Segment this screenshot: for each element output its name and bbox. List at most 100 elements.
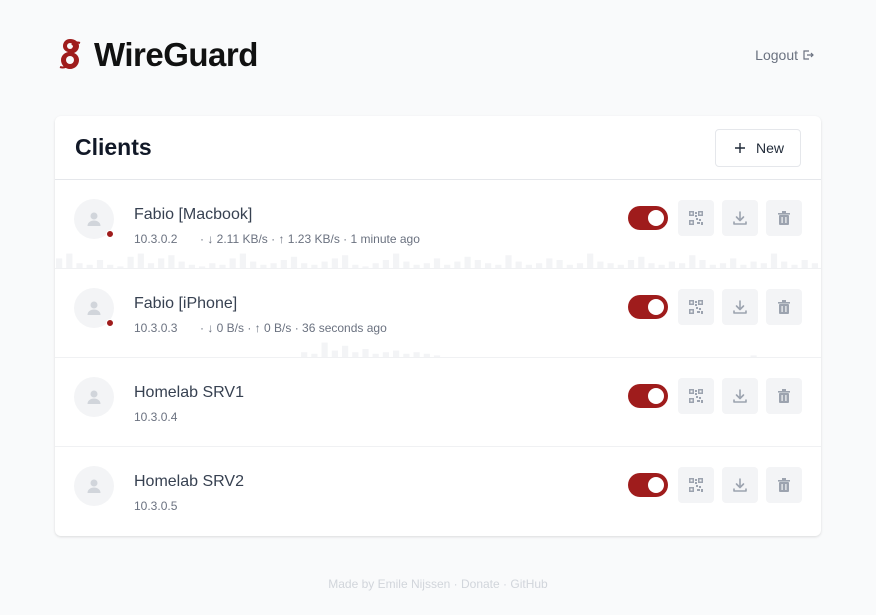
- qr-code-icon: [689, 389, 703, 403]
- client-avatar: [74, 377, 114, 417]
- activity-bar: [270, 263, 277, 268]
- client-meta: 10.3.0.4: [134, 410, 200, 424]
- download-config-button[interactable]: [722, 467, 758, 503]
- activity-bar: [546, 258, 553, 268]
- activity-bar: [382, 260, 389, 268]
- activity-bar: [178, 261, 185, 268]
- online-status-dot: [106, 230, 114, 238]
- activity-bar: [147, 263, 155, 268]
- activity-bar: [76, 263, 83, 268]
- activity-bar: [137, 253, 144, 268]
- delete-client-button[interactable]: [766, 289, 802, 325]
- footer: Made by Emile Nijssen · Donate · GitHub: [0, 577, 876, 591]
- activity-chart: [55, 520, 821, 536]
- logout-link[interactable]: Logout: [755, 47, 814, 63]
- client-ip: 10.3.0.5: [134, 499, 178, 513]
- user-silhouette-icon: [87, 479, 101, 493]
- user-silhouette-icon: [87, 390, 101, 404]
- client-actions: [628, 289, 802, 325]
- donate-link[interactable]: Donate: [461, 577, 500, 591]
- client-name[interactable]: Fabio [iPhone]: [134, 295, 237, 313]
- download-config-button[interactable]: [722, 378, 758, 414]
- activity-bar: [495, 264, 502, 268]
- activity-bar: [423, 353, 430, 357]
- download-config-button[interactable]: [722, 289, 758, 325]
- activity-bar: [403, 261, 410, 268]
- logout-arrow-icon: [803, 50, 814, 60]
- activity-bar: [331, 258, 338, 268]
- activity-bar: [607, 263, 614, 268]
- activity-bar: [219, 264, 226, 268]
- client-enable-toggle[interactable]: [628, 384, 668, 408]
- activity-chart: [301, 342, 757, 357]
- activity-bar: [403, 353, 410, 357]
- client-actions: [628, 467, 802, 503]
- footer-separator: ·: [450, 577, 461, 591]
- show-qr-button[interactable]: [678, 378, 714, 414]
- activity-bar: [525, 264, 532, 268]
- activity-bar: [689, 255, 696, 268]
- client-enable-toggle[interactable]: [628, 206, 668, 230]
- activity-bar: [362, 266, 369, 268]
- footer-separator: ·: [499, 577, 511, 591]
- delete-client-button[interactable]: [766, 467, 802, 503]
- activity-bar: [699, 260, 706, 268]
- activity-bar: [413, 264, 420, 268]
- client-name[interactable]: Homelab SRV1: [134, 384, 244, 402]
- client-transfer-stats: · ↓ 0 B/s · ↑ 0 B/s · 36 seconds ago: [200, 321, 387, 335]
- client-meta: 10.3.0.5: [134, 499, 200, 513]
- online-status-dot: [106, 319, 114, 327]
- download-icon: [733, 478, 747, 492]
- activity-bar: [280, 260, 287, 268]
- activity-bar: [301, 352, 308, 357]
- show-qr-button[interactable]: [678, 200, 714, 236]
- activity-bar: [597, 261, 604, 268]
- activity-bar: [627, 260, 635, 268]
- github-link[interactable]: GitHub: [510, 577, 547, 591]
- activity-bar: [301, 263, 308, 268]
- download-config-button[interactable]: [722, 200, 758, 236]
- activity-bar: [342, 255, 349, 268]
- toggle-knob: [648, 299, 664, 315]
- activity-bar: [342, 345, 349, 357]
- activity-bar: [648, 263, 655, 268]
- activity-bar: [658, 264, 665, 268]
- client-meta: 10.3.0.2 · ↓ 2.11 KB/s · ↑ 1.23 KB/s · 1…: [134, 232, 420, 246]
- trash-icon: [778, 389, 790, 403]
- activity-bar: [668, 261, 675, 268]
- activity-bar: [86, 264, 93, 268]
- client-name[interactable]: Fabio [Macbook]: [134, 206, 252, 224]
- show-qr-button[interactable]: [678, 289, 714, 325]
- activity-bar: [781, 261, 788, 268]
- delete-client-button[interactable]: [766, 378, 802, 414]
- client-name[interactable]: Homelab SRV2: [134, 473, 244, 491]
- client-row: Homelab SRV1 10.3.0.4: [55, 358, 821, 447]
- activity-bar: [801, 260, 808, 268]
- activity-bar: [352, 264, 359, 268]
- client-row: Fabio [iPhone] 10.3.0.3 · ↓ 0 B/s · ↑ 0 …: [55, 269, 821, 358]
- activity-bar: [485, 263, 492, 268]
- user-silhouette-icon: [87, 301, 101, 315]
- delete-client-button[interactable]: [766, 200, 802, 236]
- activity-bar: [96, 260, 104, 268]
- client-ip: 10.3.0.4: [134, 410, 178, 424]
- client-enable-toggle[interactable]: [628, 473, 668, 497]
- activity-bar: [433, 355, 441, 357]
- show-qr-button[interactable]: [678, 467, 714, 503]
- activity-bar: [709, 264, 716, 268]
- activity-bar: [372, 263, 379, 268]
- activity-bar: [556, 260, 563, 268]
- trash-icon: [778, 478, 790, 492]
- activity-bar: [474, 260, 481, 268]
- activity-bar: [372, 353, 379, 357]
- activity-bar: [199, 266, 206, 268]
- activity-bar: [444, 264, 451, 268]
- activity-bar: [117, 266, 124, 268]
- activity-bar: [107, 264, 114, 268]
- activity-bar: [393, 253, 400, 268]
- app-header: WireGuard Logout: [56, 34, 816, 76]
- activity-bar: [352, 352, 359, 357]
- new-client-button[interactable]: New: [714, 128, 801, 167]
- client-enable-toggle[interactable]: [628, 295, 668, 319]
- activity-bar: [505, 255, 512, 268]
